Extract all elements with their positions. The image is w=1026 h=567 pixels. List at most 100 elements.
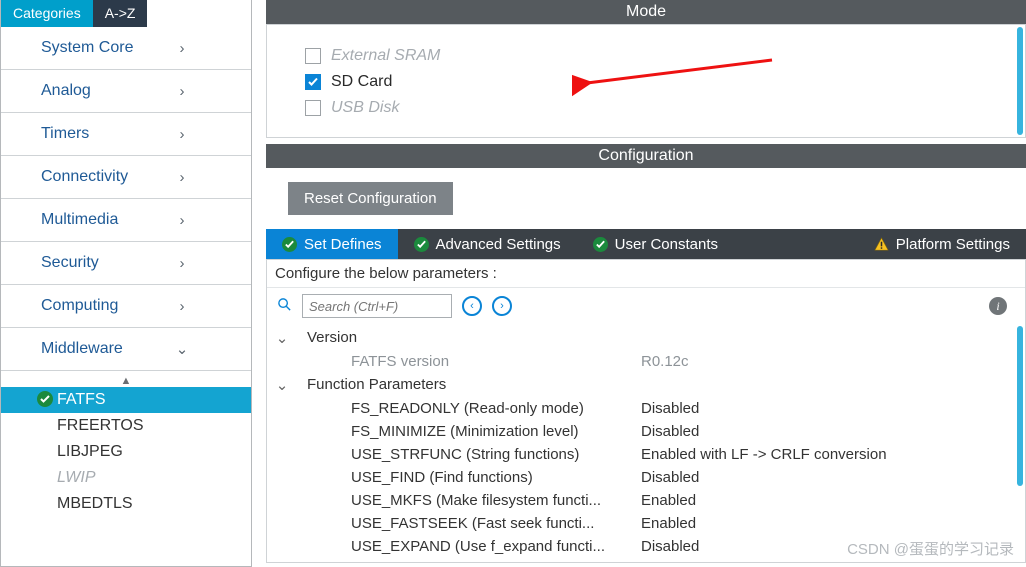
info-icon[interactable]: i <box>989 297 1007 315</box>
sidebar-tabs: Categories A->Z <box>1 0 251 27</box>
content-area: Mode External SRAM SD Card USB Disk Conf… <box>252 0 1026 567</box>
cat-computing[interactable]: Computing › <box>1 285 251 328</box>
group-function-parameters[interactable]: ⌄ Function Parameters <box>273 373 1021 397</box>
mode-option-external-sram: External SRAM <box>305 47 1003 65</box>
middleware-item-list: ▲ FATFS FREERTOS LIBJPEG LWIP MBE <box>1 375 251 517</box>
middleware-item-lwip[interactable]: LWIP <box>1 465 251 491</box>
mode-option-usb-disk: USB Disk <box>305 99 1003 117</box>
tab-label: Set Defines <box>304 236 382 253</box>
scrollbar[interactable] <box>1017 27 1023 135</box>
cat-connectivity[interactable]: Connectivity › <box>1 156 251 199</box>
cat-analog[interactable]: Analog › <box>1 70 251 113</box>
sidebar: Categories A->Z System Core › Analog › T… <box>0 0 252 567</box>
config-tabs: Set Defines Advanced Settings User Const… <box>266 229 1026 259</box>
checkbox-icon[interactable] <box>305 48 321 64</box>
chevron-right-icon: › <box>135 126 229 143</box>
cat-system-core[interactable]: System Core › <box>1 27 251 70</box>
tab-advanced-settings[interactable]: Advanced Settings <box>398 229 577 259</box>
param-use-mkfs[interactable]: USE_MKFS (Make filesystem functi... Enab… <box>273 489 1021 512</box>
param-label: USE_MKFS (Make filesystem functi... <box>291 492 641 509</box>
mode-box: External SRAM SD Card USB Disk <box>266 24 1026 138</box>
param-fs-readonly[interactable]: FS_READONLY (Read-only mode) Disabled <box>273 397 1021 420</box>
middleware-item-label: MBEDTLS <box>57 495 133 512</box>
param-value: Enabled with LF -> CRLF conversion <box>641 446 1021 463</box>
option-label: SD Card <box>331 73 392 91</box>
check-ok-icon <box>282 237 297 252</box>
param-label: USE_FASTSEEK (Fast seek functi... <box>291 515 641 532</box>
tab-a-to-z[interactable]: A->Z <box>93 0 148 27</box>
config-header: Configuration <box>266 144 1026 168</box>
search-input[interactable] <box>302 294 452 318</box>
scroll-up-icon[interactable]: ▲ <box>1 375 251 387</box>
param-value: Disabled <box>641 469 1021 486</box>
check-ok-icon <box>37 391 53 407</box>
parameters-tree: ⌄ Version FATFS version R0.12c ⌄ Functio… <box>267 324 1025 562</box>
cat-multimedia[interactable]: Multimedia › <box>1 199 251 242</box>
middleware-item-label: LIBJPEG <box>57 443 123 460</box>
reset-configuration-button[interactable]: Reset Configuration <box>288 182 453 215</box>
collapse-icon: ⌄ <box>273 376 291 394</box>
param-use-strfunc[interactable]: USE_STRFUNC (String functions) Enabled w… <box>273 443 1021 466</box>
check-ok-icon <box>593 237 608 252</box>
param-value: Enabled <box>641 492 1021 509</box>
middleware-item-fatfs[interactable]: FATFS <box>1 387 251 413</box>
cat-label: Multimedia <box>41 211 135 229</box>
tab-label: Advanced Settings <box>436 236 561 253</box>
cat-middleware[interactable]: Middleware ⌄ <box>1 328 251 371</box>
tab-user-constants[interactable]: User Constants <box>577 229 734 259</box>
search-icon[interactable] <box>277 297 292 316</box>
param-use-find[interactable]: USE_FIND (Find functions) Disabled <box>273 466 1021 489</box>
param-label: USE_FIND (Find functions) <box>291 469 641 486</box>
watermark-text: CSDN @蛋蛋的学习记录 <box>847 538 1014 559</box>
group-label: Version <box>291 329 641 347</box>
param-fs-minimize[interactable]: FS_MINIMIZE (Minimization level) Disable… <box>273 420 1021 443</box>
param-fatfs-version[interactable]: FATFS version R0.12c <box>273 350 1021 373</box>
search-row: ‹ › i <box>267 288 1025 324</box>
chevron-right-icon: › <box>135 212 229 229</box>
tab-set-defines[interactable]: Set Defines <box>266 229 398 259</box>
chevron-right-icon: › <box>135 40 229 57</box>
cat-label: Computing <box>41 297 135 315</box>
checkbox-icon[interactable] <box>305 100 321 116</box>
middleware-item-label: FATFS <box>57 391 106 408</box>
warning-icon <box>874 237 889 252</box>
cat-label: Analog <box>41 82 135 100</box>
tab-label: Platform Settings <box>896 236 1010 253</box>
chevron-right-icon: › <box>135 255 229 272</box>
collapse-icon: ⌄ <box>273 329 291 347</box>
checkbox-checked-icon[interactable] <box>305 74 321 90</box>
mode-header: Mode <box>266 0 1026 24</box>
middleware-item-freertos[interactable]: FREERTOS <box>1 413 251 439</box>
param-value: Disabled <box>641 423 1021 440</box>
cat-label: Timers <box>41 125 135 143</box>
group-label: Function Parameters <box>291 376 641 394</box>
param-use-fastseek[interactable]: USE_FASTSEEK (Fast seek functi... Enable… <box>273 512 1021 535</box>
middleware-item-mbedtls[interactable]: MBEDTLS <box>1 491 251 517</box>
tab-platform-settings[interactable]: Platform Settings <box>858 229 1026 259</box>
param-value: Disabled <box>641 400 1021 417</box>
config-panel: Configure the below parameters : ‹ › i ⌄… <box>266 259 1026 563</box>
scrollbar[interactable] <box>1017 326 1023 486</box>
cat-label: Middleware <box>41 340 135 358</box>
middleware-item-label: FREERTOS <box>57 417 144 434</box>
cat-label: Connectivity <box>41 168 135 186</box>
middleware-item-label: LWIP <box>57 469 96 486</box>
chevron-right-icon: › <box>135 169 229 186</box>
group-version[interactable]: ⌄ Version <box>273 326 1021 350</box>
prev-match-button[interactable]: ‹ <box>462 296 482 316</box>
param-label: FS_READONLY (Read-only mode) <box>291 400 641 417</box>
param-value: Enabled <box>641 515 1021 532</box>
cat-timers[interactable]: Timers › <box>1 113 251 156</box>
config-panel-title: Configure the below parameters : <box>267 260 1025 288</box>
param-label: FATFS version <box>291 353 641 370</box>
chevron-right-icon: › <box>135 298 229 315</box>
mode-option-sd-card[interactable]: SD Card <box>305 73 1003 91</box>
cat-security[interactable]: Security › <box>1 242 251 285</box>
option-label: External SRAM <box>331 47 440 65</box>
param-value: R0.12c <box>641 353 1021 370</box>
option-label: USB Disk <box>331 99 399 117</box>
cat-label: Security <box>41 254 135 272</box>
next-match-button[interactable]: › <box>492 296 512 316</box>
tab-categories[interactable]: Categories <box>1 0 93 27</box>
middleware-item-libjpeg[interactable]: LIBJPEG <box>1 439 251 465</box>
